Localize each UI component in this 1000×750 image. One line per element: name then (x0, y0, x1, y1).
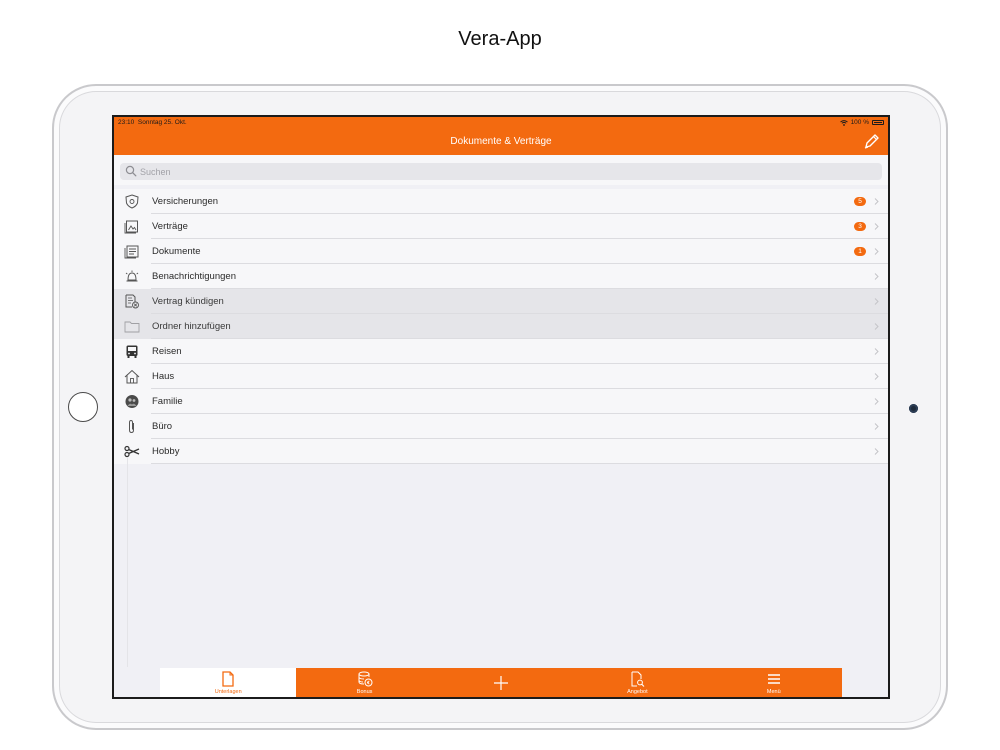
app-screen: 23:10 Sonntag 25. Okt. 100 % Dokumente &… (112, 115, 890, 699)
chevron-right-icon (874, 398, 879, 405)
list-item-dokumente[interactable]: Dokumente 1 (114, 239, 888, 264)
tab-label: Unterlagen (214, 689, 242, 695)
tab-label: Angebot (627, 689, 648, 695)
list-item-label: Vertrag kündigen (152, 296, 224, 307)
list-item-hobby[interactable]: Hobby (114, 439, 888, 464)
coins-icon (358, 671, 373, 687)
chevron-right-icon (874, 248, 879, 255)
nav-title: Dokumente & Verträge (450, 136, 552, 147)
list-item-label: Verträge (152, 221, 188, 232)
camera-icon (909, 404, 918, 413)
count-badge: 1 (854, 247, 866, 256)
paperclip-icon (129, 419, 134, 434)
page-title: Vera-App (458, 28, 542, 50)
family-icon (125, 395, 139, 408)
list-item-familie[interactable]: Familie (114, 389, 888, 414)
tab-menu[interactable]: Menü (706, 668, 842, 697)
tab-bonus[interactable]: Bonus (296, 668, 432, 697)
category-list: Versicherungen 5 Verträge 3 Dokumente 1 (114, 189, 888, 464)
alarm-icon (125, 270, 139, 282)
list-item-label: Benachrichtigungen (152, 271, 236, 282)
chevron-right-icon (874, 273, 879, 280)
list-item-label: Büro (152, 421, 173, 432)
status-date: Sonntag 25. Okt. (137, 119, 187, 126)
list-item-label: Ordner hinzufügen (152, 321, 231, 332)
divider (127, 457, 128, 667)
list-item-vertrag-kuendigen[interactable]: Vertrag kündigen (114, 289, 888, 314)
cancel-contract-icon (125, 294, 139, 309)
status-bar: 23:10 Sonntag 25. Okt. 100 % (114, 117, 888, 128)
wifi-icon (839, 119, 848, 126)
list-item-benachrichtigungen[interactable]: Benachrichtigungen (114, 264, 888, 289)
list-item-label: Familie (152, 396, 183, 407)
tab-add[interactable] (433, 668, 569, 697)
tab-label: Menü (766, 689, 781, 695)
edit-button[interactable] (862, 131, 882, 151)
list-item-buero[interactable]: Büro (114, 414, 888, 439)
tab-label: Bonus (356, 689, 373, 695)
tab-angebot[interactable]: Angebot (569, 668, 705, 697)
search-icon (125, 165, 137, 177)
pencil-icon (864, 134, 879, 149)
plus-icon (493, 676, 508, 690)
search-input[interactable] (140, 163, 876, 180)
list-item-label: Versicherungen (152, 196, 219, 207)
search-bar (114, 155, 888, 185)
list-item-reisen[interactable]: Reisen (114, 339, 888, 364)
tab-bar: Unterlagen Bonus Angebot Menü (160, 668, 842, 697)
list-item-label: Haus (152, 371, 175, 382)
count-badge: 3 (854, 222, 866, 231)
chevron-right-icon (874, 198, 879, 205)
list-item-label: Reisen (152, 346, 182, 357)
documents-icon (124, 245, 139, 259)
chevron-right-icon (874, 323, 879, 330)
shield-icon (125, 194, 139, 209)
list-item-label: Dokumente (152, 246, 201, 257)
document-icon (222, 671, 234, 687)
search-field[interactable] (120, 163, 882, 180)
nav-bar: Dokumente & Verträge (114, 128, 888, 155)
bus-icon (126, 345, 138, 358)
battery-percent: 100 % (850, 119, 869, 126)
list-item-ordner-hinzufuegen[interactable]: Ordner hinzufügen (114, 314, 888, 339)
list-item-haus[interactable]: Haus (114, 364, 888, 389)
folder-icon (124, 321, 140, 333)
chevron-right-icon (874, 348, 879, 355)
list-item-versicherungen[interactable]: Versicherungen 5 (114, 189, 888, 214)
contract-icon (124, 220, 138, 234)
home-button[interactable] (68, 392, 98, 422)
tab-unterlagen[interactable]: Unterlagen (160, 668, 297, 697)
chevron-right-icon (874, 223, 879, 230)
battery-icon (872, 120, 884, 125)
chevron-right-icon (874, 448, 879, 455)
count-badge: 5 (854, 197, 866, 206)
chevron-right-icon (874, 373, 879, 380)
list-item-vertraege[interactable]: Verträge 3 (114, 214, 888, 239)
chevron-right-icon (874, 423, 879, 430)
house-icon (124, 369, 140, 384)
menu-icon (767, 674, 780, 684)
search-document-icon (631, 671, 645, 687)
status-time: 23:10 (118, 119, 135, 126)
chevron-right-icon (874, 298, 879, 305)
list-item-label: Hobby (152, 446, 180, 457)
